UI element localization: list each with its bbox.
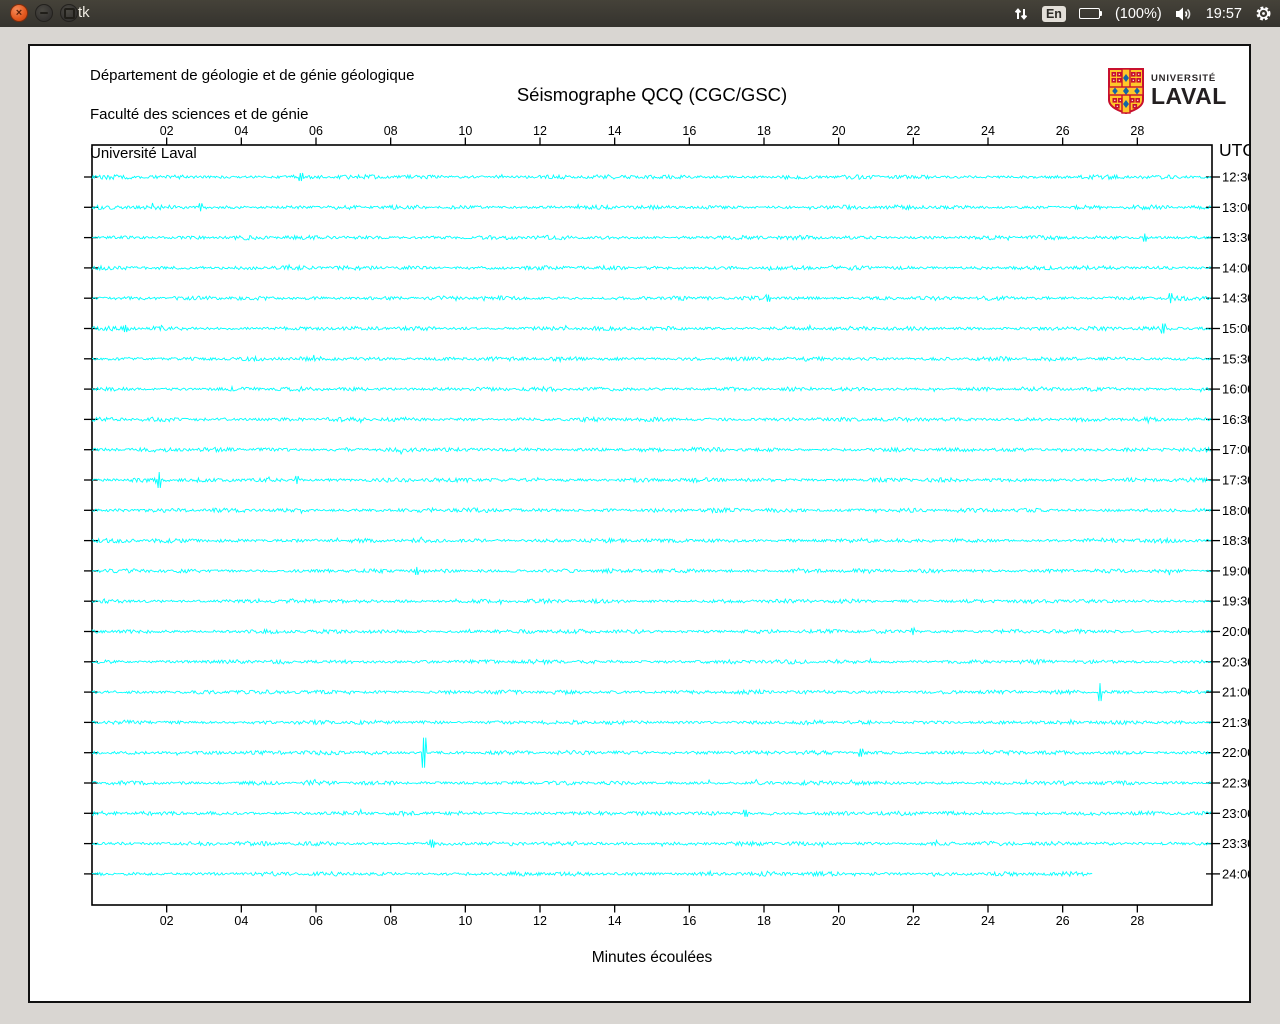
battery-icon[interactable] bbox=[1079, 8, 1102, 19]
svg-text:13:00: 13:00 bbox=[1222, 200, 1249, 215]
minimize-icon bbox=[40, 12, 48, 14]
svg-text:19:30: 19:30 bbox=[1222, 594, 1249, 609]
seismograph-plot: 02 02 04 04 06 06 08 08 10 10 12 12 14 14 16 16 18 18 20 20… bbox=[30, 46, 1249, 1001]
svg-text:02: 02 bbox=[160, 124, 174, 138]
svg-text:Minutes écoulées: Minutes écoulées bbox=[592, 949, 713, 966]
svg-text:20: 20 bbox=[832, 124, 846, 138]
session-gear-icon[interactable] bbox=[1255, 5, 1272, 22]
svg-text:15:30: 15:30 bbox=[1222, 351, 1249, 366]
svg-text:12: 12 bbox=[533, 914, 547, 928]
svg-text:28: 28 bbox=[1130, 124, 1144, 138]
maximize-button[interactable] bbox=[60, 4, 78, 22]
svg-text:08: 08 bbox=[384, 124, 398, 138]
svg-text:19:00: 19:00 bbox=[1222, 563, 1249, 578]
svg-text:20:00: 20:00 bbox=[1222, 624, 1249, 639]
svg-text:23:30: 23:30 bbox=[1222, 836, 1249, 851]
svg-text:14:30: 14:30 bbox=[1222, 291, 1249, 306]
svg-text:24: 24 bbox=[981, 914, 995, 928]
close-button[interactable]: × bbox=[10, 4, 28, 22]
svg-text:28: 28 bbox=[1130, 914, 1144, 928]
indicator-area: En (100%) 19:57 bbox=[1013, 0, 1272, 27]
svg-text:24:00: 24:00 bbox=[1222, 866, 1249, 881]
svg-text:12: 12 bbox=[533, 124, 547, 138]
svg-text:12:30: 12:30 bbox=[1222, 170, 1249, 185]
svg-text:14:00: 14:00 bbox=[1222, 260, 1249, 275]
svg-text:06: 06 bbox=[309, 914, 323, 928]
network-arrows-icon[interactable] bbox=[1013, 6, 1029, 22]
svg-text:06: 06 bbox=[309, 124, 323, 138]
svg-text:22:30: 22:30 bbox=[1222, 776, 1249, 791]
maximize-icon bbox=[64, 8, 75, 19]
svg-text:18:00: 18:00 bbox=[1222, 503, 1249, 518]
svg-text:20:30: 20:30 bbox=[1222, 654, 1249, 669]
svg-text:08: 08 bbox=[384, 914, 398, 928]
svg-text:22: 22 bbox=[906, 124, 920, 138]
window-title: tk bbox=[78, 0, 90, 27]
keyboard-layout-indicator[interactable]: En bbox=[1042, 6, 1066, 22]
svg-text:18: 18 bbox=[757, 124, 771, 138]
svg-text:16:00: 16:00 bbox=[1222, 382, 1249, 397]
svg-text:26: 26 bbox=[1056, 914, 1070, 928]
minimize-button[interactable] bbox=[35, 4, 53, 22]
svg-text:14: 14 bbox=[608, 914, 622, 928]
svg-text:26: 26 bbox=[1056, 124, 1070, 138]
svg-text:16: 16 bbox=[682, 124, 696, 138]
svg-text:14: 14 bbox=[608, 124, 622, 138]
seismograph-window: Département de géologie et de génie géol… bbox=[28, 44, 1251, 1003]
svg-text:04: 04 bbox=[234, 914, 248, 928]
svg-text:16: 16 bbox=[682, 914, 696, 928]
desktop: × tk En (100%) 19:57 bbox=[0, 0, 1280, 1024]
svg-text:10: 10 bbox=[458, 124, 472, 138]
battery-percent[interactable]: (100%) bbox=[1115, 6, 1162, 22]
svg-text:22: 22 bbox=[906, 914, 920, 928]
svg-text:20: 20 bbox=[832, 914, 846, 928]
svg-text:15:00: 15:00 bbox=[1222, 321, 1249, 336]
svg-text:13:30: 13:30 bbox=[1222, 230, 1249, 245]
svg-text:17:00: 17:00 bbox=[1222, 442, 1249, 457]
volume-icon[interactable] bbox=[1175, 6, 1193, 22]
svg-text:21:30: 21:30 bbox=[1222, 715, 1249, 730]
svg-text:04: 04 bbox=[234, 124, 248, 138]
svg-text:24: 24 bbox=[981, 124, 995, 138]
svg-text:18: 18 bbox=[757, 914, 771, 928]
svg-text:10: 10 bbox=[458, 914, 472, 928]
window-controls: × bbox=[10, 4, 78, 22]
svg-text:21:00: 21:00 bbox=[1222, 685, 1249, 700]
taskbar: × tk En (100%) 19:57 bbox=[0, 0, 1280, 27]
svg-text:18:30: 18:30 bbox=[1222, 533, 1249, 548]
svg-text:23:00: 23:00 bbox=[1222, 806, 1249, 821]
svg-text:UTC: UTC bbox=[1219, 140, 1249, 160]
svg-text:22:00: 22:00 bbox=[1222, 745, 1249, 760]
svg-text:17:30: 17:30 bbox=[1222, 473, 1249, 488]
clock[interactable]: 19:57 bbox=[1206, 6, 1242, 22]
svg-text:02: 02 bbox=[160, 914, 174, 928]
svg-text:16:30: 16:30 bbox=[1222, 412, 1249, 427]
